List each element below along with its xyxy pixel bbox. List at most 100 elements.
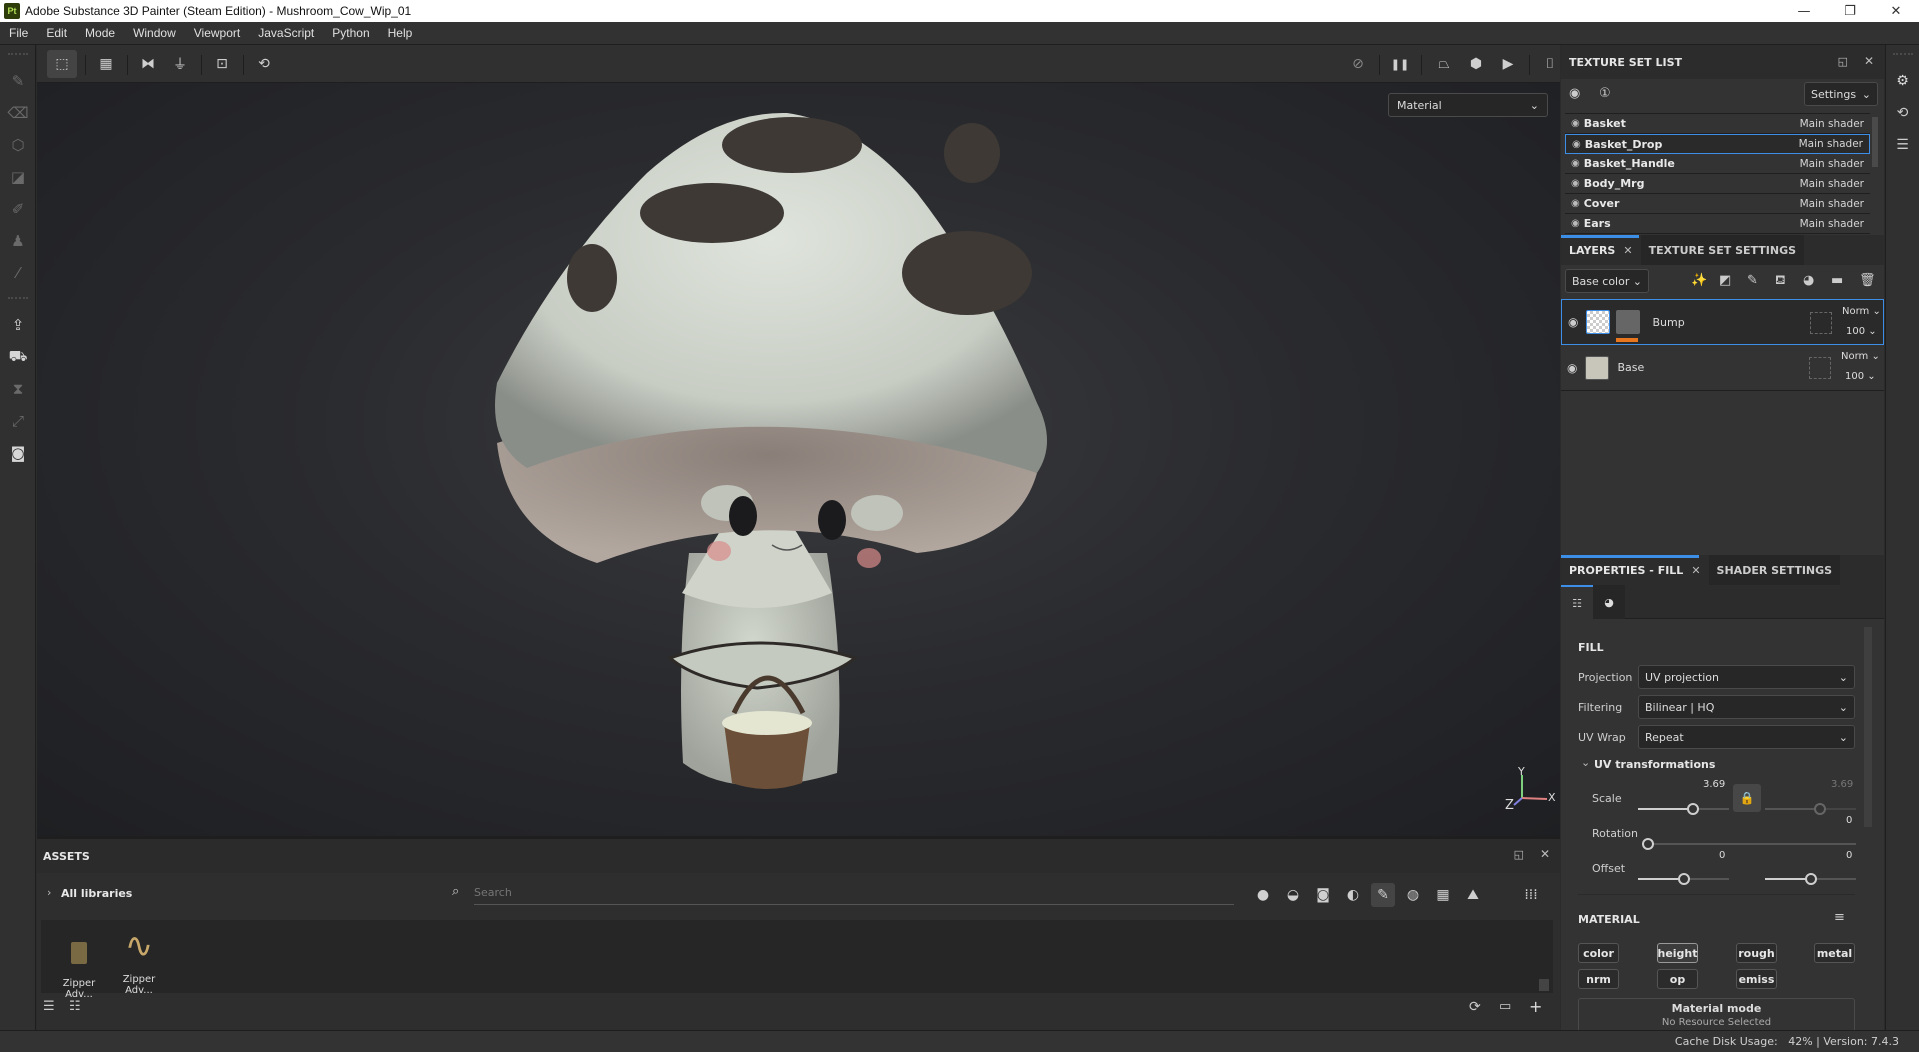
- close-tab-icon[interactable]: ✕: [1623, 244, 1632, 257]
- reset-view-icon[interactable]: ⟲: [249, 50, 279, 78]
- lock-icon[interactable]: 🔒: [1733, 784, 1761, 812]
- 3d-viewport[interactable]: Material ⌄ Y X Z: [37, 83, 1560, 836]
- material-mode-box[interactable]: Material mode No Resource Selected: [1578, 998, 1855, 1030]
- close-button[interactable]: ✕: [1873, 0, 1919, 22]
- menu-mode[interactable]: Mode: [76, 26, 124, 40]
- mask-thumbnail[interactable]: [1616, 310, 1641, 342]
- save-library-icon[interactable]: ☰: [43, 999, 55, 1014]
- menu-help[interactable]: Help: [379, 26, 422, 40]
- menu-edit[interactable]: Edit: [37, 26, 76, 40]
- tab-texture-set-settings[interactable]: TEXTURE SET SETTINGS: [1640, 235, 1805, 265]
- clone-stamp-icon[interactable]: ♟: [0, 225, 36, 257]
- solo-icon[interactable]: ①: [1599, 86, 1611, 101]
- polygon-fill-icon[interactable]: ◪: [0, 161, 36, 193]
- channel-chip-height[interactable]: height: [1657, 943, 1698, 963]
- texture-set-shader[interactable]: Main shader: [1800, 178, 1864, 190]
- close-panel-icon[interactable]: ✕: [1540, 847, 1550, 861]
- uv-transformations-toggle[interactable]: UV transformations: [1594, 758, 1715, 771]
- asset-item[interactable]: ∿ Zipper Adv...: [109, 924, 169, 996]
- smudge-icon[interactable]: ✐: [0, 193, 36, 225]
- float-panel-icon[interactable]: ◱: [1514, 848, 1524, 861]
- material-filter-icon[interactable]: ●: [1251, 883, 1275, 907]
- library-selector[interactable]: All libraries: [61, 887, 132, 900]
- eraser-icon[interactable]: ⌫: [0, 97, 36, 129]
- symmetry-y-icon[interactable]: ⏚: [165, 50, 195, 78]
- add-paint-layer-icon[interactable]: ✎: [1747, 273, 1758, 288]
- resize-handle[interactable]: [1539, 979, 1549, 991]
- layer-item[interactable]: ◉ Base Norm ⌄ 100 ⌄: [1561, 345, 1884, 391]
- layer-mask-slot[interactable]: [1810, 312, 1832, 334]
- color-picker-icon[interactable]: ⁄: [0, 257, 36, 289]
- display-settings-icon[interactable]: ⚙: [1886, 65, 1919, 97]
- new-folder-icon[interactable]: ▭: [1499, 999, 1511, 1014]
- eye-icon[interactable]: ◉: [1571, 158, 1580, 169]
- drag-grip[interactable]: [1892, 53, 1913, 57]
- channel-chip-rough[interactable]: rough: [1736, 943, 1777, 963]
- alpha-filter-icon[interactable]: ◍: [1401, 883, 1425, 907]
- drag-grip[interactable]: [7, 297, 28, 301]
- generator-filter-icon[interactable]: ◐: [1341, 883, 1365, 907]
- eye-icon[interactable]: ◉: [1567, 361, 1577, 375]
- drag-grip[interactable]: [7, 53, 28, 57]
- channel-chip-nrm[interactable]: nrm: [1578, 969, 1619, 989]
- maximize-button[interactable]: ❐: [1827, 0, 1873, 22]
- timer-icon[interactable]: ⧗: [0, 373, 36, 405]
- tab-properties-fill[interactable]: PROPERTIES - FILL ✕: [1561, 555, 1709, 585]
- grid-view-icon[interactable]: ⁞⁞⁞: [1519, 883, 1543, 907]
- brush-filter-icon[interactable]: ✎: [1371, 883, 1395, 907]
- texture-set-scrollbar[interactable]: [1872, 117, 1878, 167]
- eye-icon[interactable]: ◉: [1568, 315, 1578, 329]
- channel-chip-color[interactable]: color: [1578, 943, 1619, 963]
- eye-icon[interactable]: ◉: [1572, 139, 1581, 150]
- display-mode-icon[interactable]: ⬢: [1461, 50, 1491, 78]
- history-icon[interactable]: ⟲: [1886, 97, 1919, 129]
- mask-filter-icon[interactable]: ◙: [1311, 883, 1335, 907]
- minimize-button[interactable]: —: [1781, 0, 1827, 22]
- log-icon[interactable]: ☰: [1886, 129, 1919, 161]
- channel-chip-metal[interactable]: metal: [1814, 943, 1855, 963]
- texture-set-item[interactable]: ◉ Ears Main shader: [1565, 214, 1870, 234]
- texture-set-item[interactable]: ◉ Basket Main shader: [1565, 114, 1870, 134]
- hide-ui-icon[interactable]: ⊘: [1343, 50, 1373, 78]
- material-menu-icon[interactable]: ≡: [1834, 910, 1845, 925]
- scale-u-slider[interactable]: [1638, 803, 1729, 815]
- chevron-right-icon[interactable]: ›: [47, 886, 51, 899]
- add-effect-icon[interactable]: ✨: [1691, 273, 1707, 288]
- export-icon[interactable]: ⇪: [0, 309, 36, 341]
- texture-set-item[interactable]: ◉ Cover Main shader: [1565, 194, 1870, 214]
- eye-icon[interactable]: ◉: [1571, 178, 1580, 189]
- blend-mode-select[interactable]: Norm ⌄: [1842, 306, 1881, 317]
- offset-v-value[interactable]: 0: [1846, 850, 1852, 861]
- bake-icon[interactable]: ⛟: [0, 341, 36, 373]
- grid-layout-icon[interactable]: ▦: [91, 50, 121, 78]
- rotation-slider[interactable]: [1642, 838, 1856, 850]
- add-asset-icon[interactable]: +: [1529, 997, 1542, 1016]
- fill-properties-icon[interactable]: ☷: [1561, 585, 1593, 619]
- texture-set-shader[interactable]: Main shader: [1799, 138, 1863, 150]
- offset-u-value[interactable]: 0: [1719, 850, 1725, 861]
- visibility-toggle-icon[interactable]: ◉: [1569, 86, 1580, 101]
- eye-icon[interactable]: ◉: [1571, 198, 1580, 209]
- texture-set-item[interactable]: ◉ Basket_Drop Main shader: [1565, 134, 1870, 154]
- offset-v-slider[interactable]: [1765, 873, 1856, 885]
- selection-mode-icon[interactable]: ⬚: [47, 50, 77, 78]
- asset-item[interactable]: Zipper Adv...: [49, 924, 109, 1000]
- pause-icon[interactable]: ❚❚: [1385, 50, 1415, 78]
- environment-filter-icon[interactable]: ⛰: [1461, 883, 1485, 907]
- tab-layers[interactable]: LAYERS ✕: [1561, 235, 1641, 265]
- uv-wrap-select[interactable]: Repeat ⌄: [1638, 725, 1855, 749]
- frame-focus-icon[interactable]: ⊡: [207, 50, 237, 78]
- texture-set-shader[interactable]: Main shader: [1800, 118, 1864, 130]
- properties-scrollbar[interactable]: [1864, 627, 1872, 827]
- channel-chip-op[interactable]: op: [1657, 969, 1698, 989]
- texture-set-item[interactable]: ◉ Body_Mrg Main shader: [1565, 174, 1870, 194]
- video-camera-icon[interactable]: ▶: [1493, 50, 1523, 78]
- delete-layer-icon[interactable]: 🗑: [1859, 273, 1876, 288]
- blend-mode-select[interactable]: Norm ⌄: [1841, 351, 1880, 362]
- eye-icon[interactable]: ◉: [1571, 118, 1580, 129]
- add-fill-layer-icon[interactable]: ⛾: [1775, 273, 1786, 290]
- layer-mask-slot[interactable]: [1809, 357, 1831, 379]
- refresh-icon[interactable]: ⟳: [1469, 999, 1481, 1015]
- channel-select[interactable]: Base color ⌄: [1565, 269, 1649, 293]
- smart-material-filter-icon[interactable]: ◒: [1281, 883, 1305, 907]
